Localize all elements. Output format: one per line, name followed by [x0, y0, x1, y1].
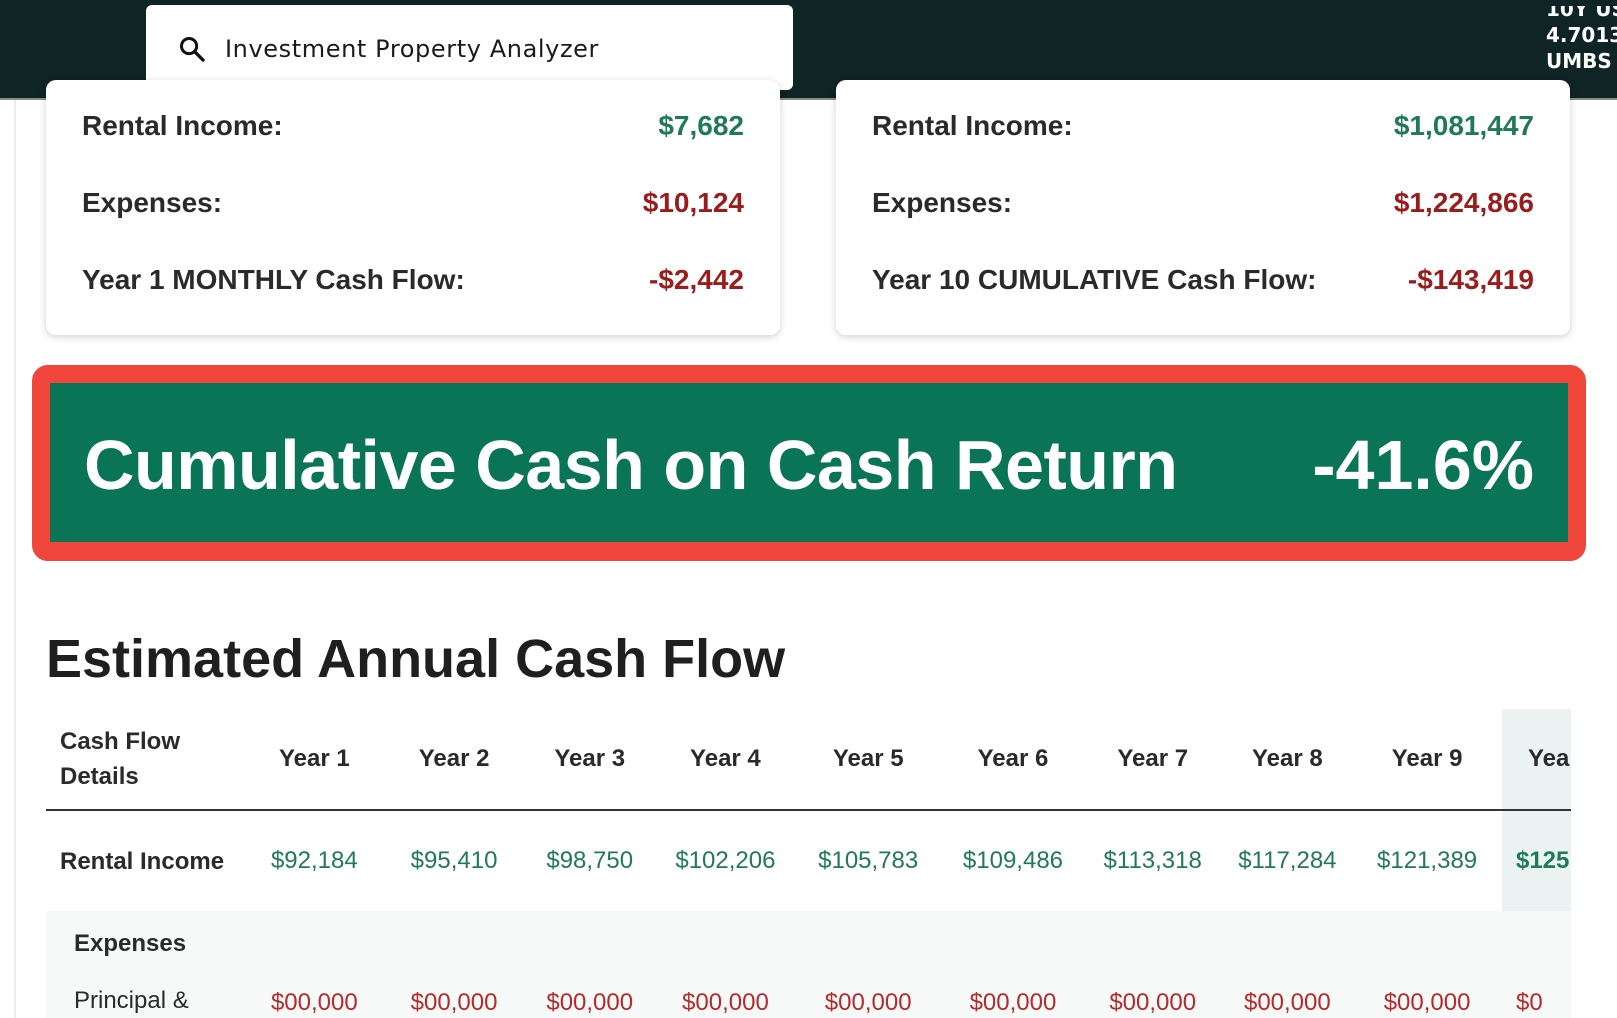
monthly-summary-card: Rental Income: $7,682 Expenses: $10,124 … — [46, 80, 780, 335]
cash-on-cash-value: -41.6% — [1312, 426, 1534, 504]
table-cell: $113,318 — [1103, 847, 1202, 874]
monthly-cash-flow-label: Year 1 MONTHLY Cash Flow: — [82, 264, 465, 295]
column-header: Year 1 — [244, 709, 385, 811]
table-cell: $00,000 — [1220, 975, 1355, 1018]
cash-on-cash-banner: Cumulative Cash on Cash Return -41.6% — [50, 383, 1568, 542]
column-header: Cash Flow Details — [46, 709, 245, 811]
rental-income-value: $7,682 — [658, 110, 744, 141]
divider — [14, 100, 16, 1018]
table-cell: $125 — [1515, 847, 1570, 874]
expenses-label: Expenses: — [82, 187, 223, 218]
column-header: Year 3 — [523, 709, 656, 811]
column-header: Year 2 — [384, 709, 524, 811]
monthly-cash-flow-row: Year 1 MONTHLY Cash Flow: -$2,442 — [82, 260, 744, 300]
cumulative-summary-card: Rental Income: $1,081,447 Expenses: $1,2… — [836, 80, 1570, 335]
table-cell: $00,000 — [384, 975, 524, 1018]
table-cell — [244, 911, 385, 975]
expenses-row: Expenses: $1,224,866 — [872, 183, 1534, 223]
monthly-cash-flow-value: -$2,442 — [649, 264, 744, 295]
rental-income-value: $1,081,447 — [1393, 110, 1534, 141]
cash-flow-table: Cash Flow Details Year 1 Year 2 Year 3 Y… — [46, 709, 1571, 1018]
table-cell: $0 — [1499, 975, 1571, 1018]
section-title: Estimated Annual Cash Flow — [46, 629, 786, 689]
table-cell: $109,486 — [962, 847, 1064, 874]
rental-income-label: Rental Income: — [82, 110, 283, 141]
search-text[interactable]: Investment Property Analyzer — [225, 35, 599, 63]
table-cell — [523, 911, 656, 975]
expenses-value: $1,224,866 — [1393, 187, 1534, 218]
page: Investment Property Analyzer 10Y US 4.70… — [0, 0, 1617, 1018]
row-label: Expenses — [46, 911, 245, 975]
table-cell: $117,284 — [1238, 847, 1337, 874]
table-cell: $00,000 — [244, 975, 385, 1018]
table-cell: $00,000 — [1354, 975, 1500, 1018]
table-row: Expenses — [46, 911, 1571, 975]
rental-income-label: Rental Income: — [872, 110, 1073, 141]
rate-ticker[interactable]: 10Y US 4.7013 UMBS — [1546, 6, 1617, 80]
table-cell: $92,184 — [270, 847, 358, 874]
table-cell: $105,783 — [818, 847, 919, 874]
cumulative-cash-flow-row: Year 10 CUMULATIVE Cash Flow: -$143,419 — [872, 260, 1534, 300]
column-header: Year 7 — [1084, 709, 1221, 811]
ticker-label: 10Y US — [1546, 6, 1617, 21]
column-header: Year 5 — [795, 709, 942, 811]
ticker-value: 4.7013 — [1546, 23, 1617, 47]
expenses-row: Expenses: $10,124 — [82, 183, 744, 223]
column-header: Year 10 — [1499, 709, 1571, 811]
cash-on-cash-label: Cumulative Cash on Cash Return — [84, 426, 1178, 504]
rental-income-row: Rental Income: $1,081,447 — [872, 106, 1534, 146]
table-cell — [1084, 911, 1221, 975]
table-row: Rental Income $92,184 $95,410 $98,750 $1… — [46, 810, 1571, 911]
column-header: Year 8 — [1220, 709, 1355, 811]
table-cell — [1220, 911, 1355, 975]
cumulative-cash-flow-label: Year 10 CUMULATIVE Cash Flow: — [872, 264, 1317, 295]
table-cell — [1499, 911, 1571, 975]
table-cell: $00,000 — [523, 975, 656, 1018]
row-label: Rental Income — [60, 847, 225, 875]
expenses-value: $10,124 — [642, 187, 744, 218]
rental-income-row: Rental Income: $7,682 — [82, 106, 744, 146]
expenses-label: Expenses: — [872, 187, 1013, 218]
table-cell — [795, 911, 942, 975]
table-cell: $95,410 — [410, 847, 498, 874]
table-cell: $00,000 — [941, 975, 1085, 1018]
column-header: Year 4 — [655, 709, 796, 811]
cumulative-cash-flow-value: -$143,419 — [1407, 264, 1534, 295]
table-cell — [384, 911, 524, 975]
table-cell — [655, 911, 796, 975]
table-cell — [1354, 911, 1500, 975]
table-cell — [941, 911, 1085, 975]
table-cell: $102,206 — [675, 847, 776, 874]
column-header: Year 9 — [1354, 709, 1500, 811]
table-cell: $98,750 — [546, 847, 634, 874]
table-cell: $121,389 — [1377, 847, 1478, 874]
ticker-label-next: UMBS — [1546, 49, 1612, 73]
column-header: Year 6 — [941, 709, 1085, 811]
search-bar[interactable]: Investment Property Analyzer — [146, 5, 793, 90]
table-cell: $00,000 — [655, 975, 796, 1018]
search-icon — [179, 36, 205, 62]
table-header-row: Cash Flow Details Year 1 Year 2 Year 3 Y… — [46, 709, 1571, 811]
table-cell: $00,000 — [795, 975, 942, 1018]
table-row: Principal & $00,000 $00,000 $00,000 $00,… — [46, 975, 1571, 1018]
row-label: Principal & — [46, 975, 245, 1018]
table-cell: $00,000 — [1084, 975, 1221, 1018]
annual-cash-flow-table[interactable]: Cash Flow Details Year 1 Year 2 Year 3 Y… — [46, 709, 1571, 1018]
